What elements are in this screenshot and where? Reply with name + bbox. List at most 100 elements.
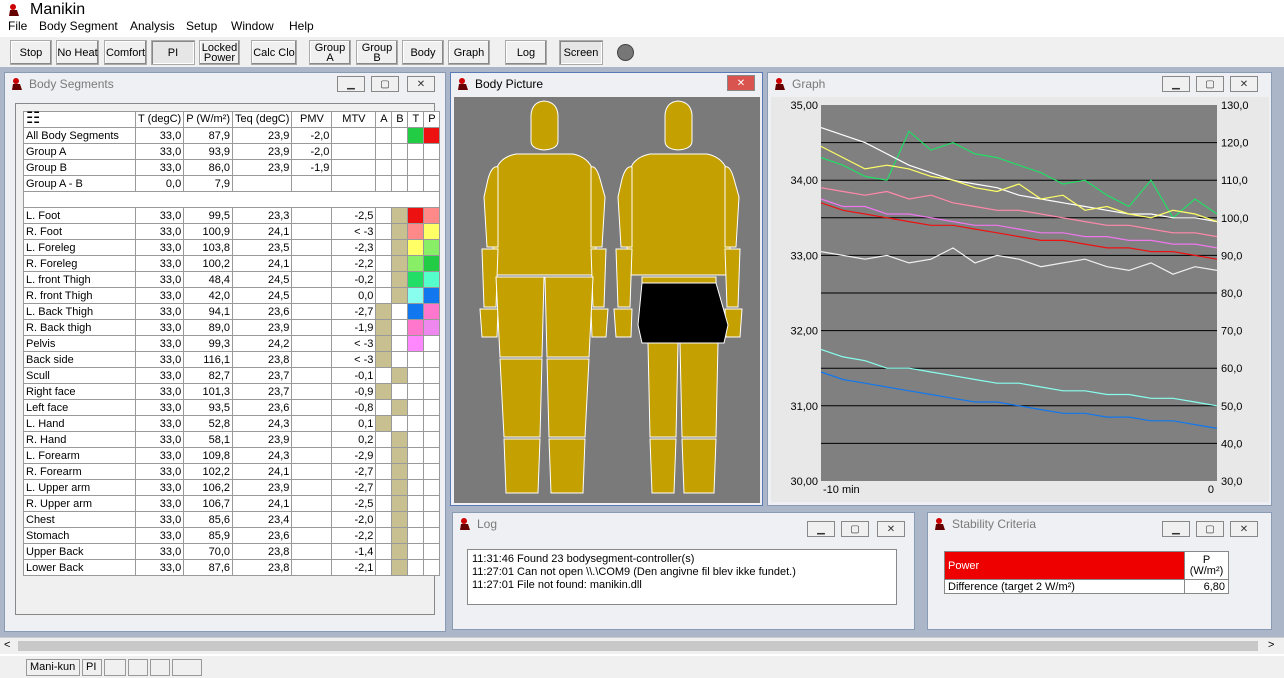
group-b-cell[interactable] — [391, 351, 409, 368]
group-a-button[interactable]: Group A — [309, 40, 351, 65]
log-button[interactable]: Log — [505, 40, 547, 65]
column-header[interactable]: A — [375, 111, 393, 128]
horizontal-scrollbar[interactable]: < > — [0, 637, 1284, 654]
no-heat-button[interactable]: No Heat — [56, 40, 99, 65]
body-button[interactable]: Body — [402, 40, 444, 65]
body-picture-titlebar[interactable]: Body Picture — [451, 73, 762, 95]
segment-row[interactable]: L. Foot 33,0 99,5 23,3 -2,5 — [23, 207, 441, 224]
group-a-cell[interactable] — [375, 159, 393, 176]
calc-clo-button[interactable]: Calc Clo — [251, 40, 297, 65]
close-button[interactable]: ✕ — [1230, 76, 1258, 92]
group-b-cell[interactable] — [391, 335, 409, 352]
group-row[interactable]: Group B 33,0 86,0 23,9 -1,9 — [23, 159, 441, 176]
group-a-cell[interactable] — [375, 495, 393, 512]
group-a-cell[interactable] — [375, 287, 393, 304]
group-b-cell[interactable] — [391, 479, 409, 496]
group-a-cell[interactable] — [375, 319, 393, 336]
segment-row[interactable]: Right face 33,0 101,3 23,7 -0,9 — [23, 383, 441, 400]
maximize-button[interactable]: ▢ — [841, 521, 869, 537]
segment-row[interactable]: R. Upper arm 33,0 106,7 24,1 -2,5 — [23, 495, 441, 512]
group-a-cell[interactable] — [375, 415, 393, 432]
close-button[interactable]: ✕ — [407, 76, 435, 92]
group-a-cell[interactable] — [375, 207, 393, 224]
group-row[interactable]: Group A - B 0,0 7,9 — [23, 175, 441, 192]
group-a-cell[interactable] — [375, 479, 393, 496]
group-b-cell[interactable] — [391, 143, 409, 160]
column-header[interactable]: B — [391, 111, 409, 128]
group-a-cell[interactable] — [375, 367, 393, 384]
segment-row[interactable]: L. Forearm 33,0 109,8 24,3 -2,9 — [23, 447, 441, 464]
stop-button[interactable]: Stop — [10, 40, 52, 65]
column-header[interactable]: T (degC) — [134, 111, 185, 128]
group-a-cell[interactable] — [375, 239, 393, 256]
scroll-thumb[interactable] — [18, 641, 1258, 651]
group-b-cell[interactable] — [391, 271, 409, 288]
segment-row[interactable]: L. Upper arm 33,0 106,2 23,9 -2,7 — [23, 479, 441, 496]
menu-window[interactable]: Window — [231, 19, 274, 33]
group-b-button[interactable]: Group B — [356, 40, 398, 65]
group-a-cell[interactable] — [375, 463, 393, 480]
group-b-cell[interactable] — [391, 175, 409, 192]
group-a-cell[interactable] — [375, 223, 393, 240]
minimize-button[interactable]: ▁ — [1162, 76, 1190, 92]
group-b-cell[interactable] — [391, 127, 409, 144]
group-a-cell[interactable] — [375, 383, 393, 400]
group-a-cell[interactable] — [375, 335, 393, 352]
group-b-cell[interactable] — [391, 543, 409, 560]
group-b-cell[interactable] — [391, 431, 409, 448]
group-a-cell[interactable] — [375, 399, 393, 416]
group-b-cell[interactable] — [391, 383, 409, 400]
minimize-button[interactable]: ▁ — [807, 521, 835, 537]
column-header[interactable]: P (W/m²) — [183, 111, 233, 128]
group-a-cell[interactable] — [375, 527, 393, 544]
menu-analysis[interactable]: Analysis — [130, 19, 175, 33]
group-a-cell[interactable] — [375, 447, 393, 464]
minimize-button[interactable]: ▁ — [337, 76, 365, 92]
group-b-cell[interactable] — [391, 511, 409, 528]
close-button[interactable]: ✕ — [1230, 521, 1258, 537]
screen-button[interactable]: Screen — [559, 40, 603, 65]
group-b-cell[interactable] — [391, 319, 409, 336]
group-b-cell[interactable] — [391, 527, 409, 544]
minimize-button[interactable]: ▁ — [1162, 521, 1190, 537]
segment-row[interactable]: Stomach 33,0 85,9 23,6 -2,2 — [23, 527, 441, 544]
column-header[interactable]: PMV — [291, 111, 333, 128]
group-a-cell[interactable] — [375, 143, 393, 160]
segment-row[interactable]: Pelvis 33,0 99,3 24,2 < -3 — [23, 335, 441, 352]
group-a-cell[interactable] — [375, 559, 393, 576]
group-b-cell[interactable] — [391, 159, 409, 176]
group-a-cell[interactable] — [375, 351, 393, 368]
group-a-cell[interactable] — [375, 511, 393, 528]
scroll-left-icon[interactable]: < — [4, 639, 10, 651]
group-b-cell[interactable] — [391, 463, 409, 480]
group-a-cell[interactable] — [375, 127, 393, 144]
column-header[interactable]: MTV — [331, 111, 377, 128]
group-b-cell[interactable] — [391, 255, 409, 272]
segment-row[interactable]: Upper Back 33,0 70,0 23,8 -1,4 — [23, 543, 441, 560]
segment-row[interactable]: L. front Thigh 33,0 48,4 24,5 -0,2 — [23, 271, 441, 288]
segment-row[interactable]: R. Foreleg 33,0 100,2 24,1 -2,2 — [23, 255, 441, 272]
maximize-button[interactable]: ▢ — [1196, 521, 1224, 537]
graph-button[interactable]: Graph — [448, 40, 490, 65]
group-b-cell[interactable] — [391, 495, 409, 512]
maximize-button[interactable]: ▢ — [1196, 76, 1224, 92]
comfort-button[interactable]: Comfort — [104, 40, 147, 65]
segment-row[interactable]: Scull 33,0 82,7 23,7 -0,1 — [23, 367, 441, 384]
segment-row[interactable]: Chest 33,0 85,6 23,4 -2,0 — [23, 511, 441, 528]
group-a-cell[interactable] — [375, 255, 393, 272]
group-row[interactable]: All Body Segments 33,0 87,9 23,9 -2,0 — [23, 127, 441, 144]
group-b-cell[interactable] — [391, 367, 409, 384]
menu-body-segment[interactable]: Body Segment — [39, 19, 118, 33]
group-a-cell[interactable] — [375, 175, 393, 192]
table-menu-icon[interactable]: ☷ — [23, 111, 136, 128]
maximize-button[interactable]: ▢ — [371, 76, 399, 92]
column-header[interactable]: T — [407, 111, 425, 128]
group-a-cell[interactable] — [375, 431, 393, 448]
segment-row[interactable]: R. Hand 33,0 58,1 23,9 0,2 — [23, 431, 441, 448]
group-b-cell[interactable] — [391, 303, 409, 320]
column-header[interactable]: Teq (degC) — [231, 111, 293, 128]
segment-row[interactable]: R. Back thigh 33,0 89,0 23,9 -1,9 — [23, 319, 441, 336]
group-a-cell[interactable] — [375, 543, 393, 560]
menu-help[interactable]: Help — [289, 19, 314, 33]
close-button[interactable]: ✕ — [727, 75, 755, 91]
